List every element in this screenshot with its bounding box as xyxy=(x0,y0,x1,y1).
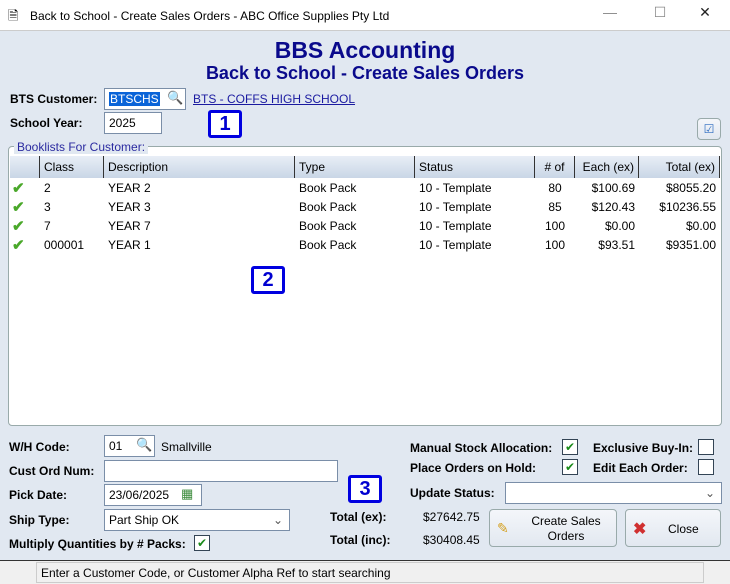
cell-class[interactable]: 3 xyxy=(40,198,104,217)
cell-class[interactable]: 000001 xyxy=(40,236,104,255)
status-message: Enter a Customer Code, or Customer Alpha… xyxy=(36,562,704,583)
valid-check-icon: ✔ xyxy=(12,180,25,197)
booklists-legend: Booklists For Customer: xyxy=(14,140,149,154)
status-bar: Enter a Customer Code, or Customer Alpha… xyxy=(0,560,730,584)
total-inc-value: $30408.45 xyxy=(423,533,480,547)
cell-description[interactable]: YEAR 3 xyxy=(104,198,295,217)
cell-status[interactable]: 10 - Template xyxy=(415,198,535,217)
close-button-label: Close xyxy=(668,522,699,536)
cell-status[interactable]: 10 - Template xyxy=(415,179,535,198)
edit-note-icon: ✎ xyxy=(497,520,509,536)
school-year-label: School Year: xyxy=(10,116,83,130)
hold-label: Place Orders on Hold: xyxy=(410,461,537,475)
customer-code-value: BTSCHS xyxy=(109,92,160,106)
column-header-description[interactable]: Description xyxy=(104,156,295,178)
edit-checkbox[interactable] xyxy=(698,459,714,475)
cell-status[interactable]: 10 - Template xyxy=(415,236,535,255)
close-window-button[interactable]: ✕ xyxy=(685,4,725,26)
cell-total[interactable]: $8055.20 xyxy=(639,179,720,198)
cell-each[interactable]: $120.43 xyxy=(575,198,639,217)
column-header-check[interactable] xyxy=(10,156,40,178)
customer-name-link[interactable]: BTS - COFFS HIGH SCHOOL xyxy=(193,92,355,106)
wh-name: Smallville xyxy=(161,440,212,454)
calendar-icon[interactable]: ▦ xyxy=(181,486,193,502)
close-x-icon: ✖ xyxy=(633,521,647,538)
multiply-label: Multiply Quantities by # Packs: xyxy=(9,537,186,551)
column-header-num[interactable]: # of xyxy=(535,156,575,178)
cell-type[interactable]: Book Pack xyxy=(295,236,415,255)
window-title: Back to School - Create Sales Orders - A… xyxy=(30,9,390,23)
manual-stock-checkbox[interactable]: ✔ xyxy=(562,439,578,455)
school-year-input[interactable]: 2025 xyxy=(104,112,162,134)
cell-num[interactable]: 100 xyxy=(535,217,575,236)
chevron-down-icon: ⌄ xyxy=(272,513,283,527)
cell-each[interactable]: $100.69 xyxy=(575,179,639,198)
cell-description[interactable]: YEAR 2 xyxy=(104,179,295,198)
badge-3: 3 xyxy=(348,475,382,503)
ship-type-value: Part Ship OK xyxy=(109,513,180,527)
column-header-total[interactable]: Total (ex) xyxy=(639,156,720,178)
maximize-button[interactable]: ☐ xyxy=(640,4,680,26)
create-button-label: Create Sales Orders xyxy=(531,514,601,543)
create-sales-orders-button[interactable]: ✎ Create Sales Orders xyxy=(489,509,617,547)
manual-stock-label: Manual Stock Allocation: xyxy=(410,441,553,455)
cell-total[interactable]: $9351.00 xyxy=(639,236,720,255)
valid-check-icon: ✔ xyxy=(12,218,25,235)
badge-2: 2 xyxy=(251,266,285,294)
app-icon: 🗎 xyxy=(8,8,19,23)
edit-label: Edit Each Order: xyxy=(593,461,688,475)
cell-total[interactable]: $10236.55 xyxy=(639,198,720,217)
close-button[interactable]: ✖ Close xyxy=(625,509,721,547)
update-status-label: Update Status: xyxy=(410,486,495,500)
column-header-each[interactable]: Each (ex) xyxy=(575,156,639,178)
exclusive-label: Exclusive Buy-In: xyxy=(593,441,694,455)
total-ex-value: $27642.75 xyxy=(423,510,480,524)
search-icon[interactable]: 🔍 xyxy=(167,90,183,106)
pick-date-label: Pick Date: xyxy=(9,488,68,502)
cell-type[interactable]: Book Pack xyxy=(295,198,415,217)
title-bar: 🗎 Back to School - Create Sales Orders -… xyxy=(0,0,730,31)
cell-total[interactable]: $0.00 xyxy=(639,217,720,236)
badge-1: 1 xyxy=(208,110,242,138)
chevron-down-icon: ⌄ xyxy=(704,486,715,500)
column-header-type[interactable]: Type xyxy=(295,156,415,178)
cell-num[interactable]: 85 xyxy=(535,198,575,217)
total-ex-label: Total (ex): xyxy=(330,510,387,524)
update-status-select[interactable]: ⌄ xyxy=(505,482,722,504)
exclusive-checkbox[interactable] xyxy=(698,439,714,455)
cell-num[interactable]: 80 xyxy=(535,179,575,198)
wh-search-icon[interactable]: 🔍 xyxy=(136,437,152,453)
cell-class[interactable]: 2 xyxy=(40,179,104,198)
hold-checkbox[interactable]: ✔ xyxy=(562,459,578,475)
cell-each[interactable]: $0.00 xyxy=(575,217,639,236)
cell-type[interactable]: Book Pack xyxy=(295,179,415,198)
valid-check-icon: ✔ xyxy=(12,199,25,216)
column-header-status[interactable]: Status xyxy=(415,156,535,178)
app-title: BBS Accounting xyxy=(274,37,456,63)
multiply-checkbox[interactable]: ✔ xyxy=(194,535,210,551)
minimize-button[interactable]: — xyxy=(590,4,630,26)
cust-ord-input[interactable] xyxy=(104,460,338,482)
ship-type-label: Ship Type: xyxy=(9,513,70,527)
cell-each[interactable]: $93.51 xyxy=(575,236,639,255)
customer-label: BTS Customer: xyxy=(10,92,98,106)
cell-description[interactable]: YEAR 7 xyxy=(104,217,295,236)
column-chooser-icon[interactable]: ☑ xyxy=(697,118,721,140)
valid-check-icon: ✔ xyxy=(12,237,25,254)
ship-type-select[interactable]: Part Ship OK ⌄ xyxy=(104,509,290,531)
column-header-class[interactable]: Class xyxy=(40,156,104,178)
cell-description[interactable]: YEAR 1 xyxy=(104,236,295,255)
cell-type[interactable]: Book Pack xyxy=(295,217,415,236)
cell-num[interactable]: 100 xyxy=(535,236,575,255)
cell-class[interactable]: 7 xyxy=(40,217,104,236)
cell-status[interactable]: 10 - Template xyxy=(415,217,535,236)
page-title: Back to School - Create Sales Orders xyxy=(205,63,525,83)
cust-ord-label: Cust Ord Num: xyxy=(9,464,95,478)
total-inc-label: Total (inc): xyxy=(330,533,391,547)
wh-code-label: W/H Code: xyxy=(9,440,70,454)
